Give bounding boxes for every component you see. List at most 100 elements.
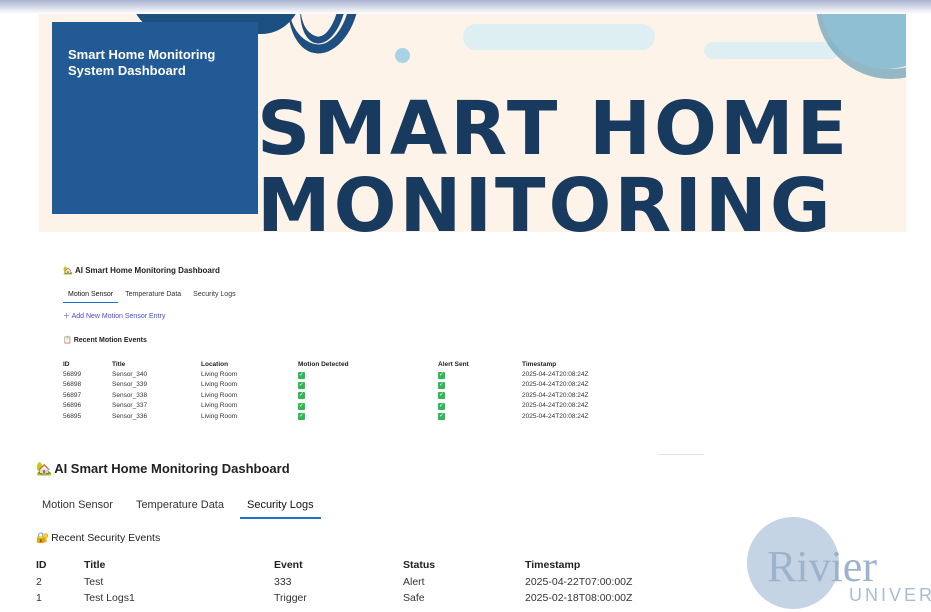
cell-event: Trigger	[274, 592, 307, 605]
cell-status: Safe	[403, 592, 425, 605]
large-tab-security-logs[interactable]: Security Logs	[239, 499, 321, 519]
lock-icon: 🔐	[36, 532, 50, 544]
cell-id: 1	[36, 592, 42, 605]
logo-subtext: UNIVERSI	[849, 585, 931, 605]
check-icon: ✓	[298, 402, 305, 410]
clipboard-icon: 📋	[63, 337, 72, 344]
table-row: 56896 Sensor_337 Living Room ✓ ✓ 2025-04…	[63, 401, 632, 411]
large-tab-bar: Motion Sensor Temperature Data Security …	[35, 499, 330, 519]
small-dashboard-title: 🏡 AI Smart Home Monitoring Dashboard	[63, 266, 220, 275]
cell-id: 56896	[63, 402, 82, 410]
small-tab-motion-sensor[interactable]: Motion Sensor	[63, 291, 119, 303]
column-header: Timestamp	[525, 559, 581, 572]
decor-pill	[463, 24, 655, 50]
column-header: ID	[36, 559, 47, 572]
table-row: 56895 Sensor_336 Living Room ✓ ✓ 2025-04…	[63, 411, 632, 421]
cell-timestamp: 2025-04-24T20:08:24Z	[522, 402, 589, 410]
table-row: 56899 Sensor_340 Living Room ✓ ✓ 2025-04…	[63, 369, 632, 379]
hero-headline-line2: MONITORING	[257, 163, 834, 232]
cell-motion: ✓	[298, 412, 438, 421]
cell-motion: ✓	[298, 402, 438, 410]
table-row: 1 Test Logs1 Trigger Safe 2025-02-18T08:…	[36, 590, 665, 607]
hero-banner: Smart Home Monitoring System Dashboard S…	[39, 14, 906, 232]
check-icon: ✓	[438, 371, 445, 379]
decor-dot	[395, 48, 410, 63]
column-header: Alert Sent	[438, 360, 469, 368]
cell-location: Living Room	[201, 371, 238, 379]
plus-icon: ＋	[63, 313, 72, 320]
check-icon: ✓	[298, 413, 305, 421]
add-motion-entry-button[interactable]: ＋ Add New Motion Sensor Entry	[63, 311, 165, 321]
decor-blob	[821, 14, 906, 69]
check-icon: ✓	[298, 371, 305, 379]
check-icon: ✓	[438, 392, 445, 400]
recent-security-heading: 🔐 Recent Security Events	[36, 532, 161, 544]
check-icon: ✓	[298, 392, 305, 400]
rivier-university-logo: Rivier UNIVERSI	[745, 515, 931, 612]
check-icon: ✓	[438, 413, 445, 421]
cell-timestamp: 2025-04-24T20:08:24Z	[522, 412, 589, 420]
house-icon: 🏡	[36, 461, 53, 476]
cell-location: Living Room	[201, 381, 238, 389]
cell-timestamp: 2025-04-22T07:00:00Z	[525, 575, 633, 588]
large-dashboard-title: 🏡 AI Smart Home Monitoring Dashboard	[36, 461, 290, 476]
small-tab-security-logs[interactable]: Security Logs	[188, 291, 240, 303]
cell-status: Alert	[403, 575, 425, 588]
top-gradient-strip	[0, 0, 931, 14]
cell-alert: ✓	[438, 371, 522, 379]
column-header: Location	[201, 360, 229, 368]
table-header-row: ID Title Location Motion Detected Alert …	[63, 359, 632, 369]
hero-headline-line1: SMART HOME	[257, 86, 851, 172]
recent-motion-heading: 📋 Recent Motion Events	[63, 337, 147, 344]
table-row: 56897 Sensor_338 Living Room ✓ ✓ 2025-04…	[63, 390, 632, 400]
large-tab-temperature-data[interactable]: Temperature Data	[129, 499, 231, 519]
cell-id: 56899	[63, 371, 82, 379]
cell-title: Sensor_336	[112, 412, 148, 420]
column-header: Status	[403, 559, 436, 572]
table-row: 2 Test 333 Alert 2025-04-22T07:00:00Z	[36, 574, 665, 591]
cell-location: Living Room	[201, 402, 238, 410]
table-row: 56898 Sensor_339 Living Room ✓ ✓ 2025-04…	[63, 380, 632, 390]
security-events-table: ID Title Event Status Timestamp 2 Test 3…	[36, 557, 665, 607]
large-tab-motion-sensor[interactable]: Motion Sensor	[35, 499, 120, 519]
cell-alert: ✓	[438, 412, 522, 421]
cell-title: Sensor_339	[112, 381, 148, 389]
cell-id: 56897	[63, 391, 82, 399]
small-tab-temperature-data[interactable]: Temperature Data	[120, 291, 186, 303]
cell-location: Living Room	[201, 391, 238, 399]
cell-alert: ✓	[438, 381, 522, 389]
column-header: Motion Detected	[298, 360, 349, 368]
check-icon: ✓	[438, 381, 445, 389]
cell-id: 2	[36, 575, 42, 588]
cell-title: Sensor_338	[112, 391, 148, 399]
cell-location: Living Room	[201, 412, 238, 420]
cell-id: 56895	[63, 412, 82, 420]
column-header: Event	[274, 559, 303, 572]
check-icon: ✓	[298, 381, 305, 389]
decor-pill	[704, 42, 839, 59]
cell-motion: ✓	[298, 391, 438, 400]
cell-timestamp: 2025-02-18T08:00:00Z	[525, 592, 633, 605]
cell-title: Test Logs1	[84, 592, 135, 605]
column-header: Title	[84, 559, 106, 572]
hero-box-title: Smart Home Monitoring System Dashboard	[68, 47, 216, 78]
cell-title: Sensor_340	[112, 371, 148, 379]
column-header: Title	[112, 360, 126, 368]
cell-id: 56898	[63, 381, 82, 389]
cell-event: 333	[274, 575, 292, 588]
cell-alert: ✓	[438, 391, 522, 400]
cell-alert: ✓	[438, 402, 522, 410]
column-header: ID	[63, 360, 70, 368]
cell-timestamp: 2025-04-24T20:08:24Z	[522, 371, 589, 379]
motion-events-table: ID Title Location Motion Detected Alert …	[63, 359, 632, 421]
house-icon: 🏡	[63, 266, 73, 275]
check-icon: ✓	[438, 402, 445, 410]
column-header: Timestamp	[522, 360, 557, 368]
small-tab-bar: Motion Sensor Temperature Data Security …	[63, 291, 243, 303]
cell-timestamp: 2025-04-24T20:08:24Z	[522, 391, 589, 399]
cell-motion: ✓	[298, 381, 438, 389]
table-header-row: ID Title Event Status Timestamp	[36, 557, 665, 574]
cell-title: Sensor_337	[112, 402, 148, 410]
cell-title: Test	[84, 575, 104, 588]
hero-title-box: Smart Home Monitoring System Dashboard	[52, 22, 258, 214]
